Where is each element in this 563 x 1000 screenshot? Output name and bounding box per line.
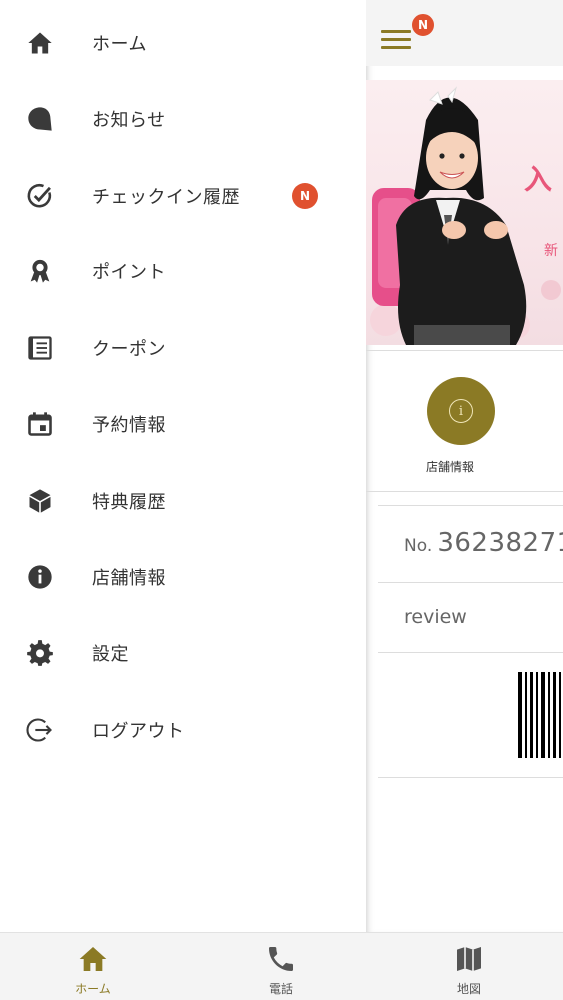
chat-bubble-icon (26, 105, 54, 133)
menu-item-label: ログアウト (92, 721, 185, 742)
divider (366, 350, 563, 351)
home-screen-content: N 入 新 i 店舗情報 No. 36238271 review (366, 0, 563, 932)
document-list-icon (26, 334, 54, 362)
menu-item-checkin-history[interactable]: チェックイン履歴 N (0, 166, 366, 226)
menu-item-label: 予約情報 (92, 415, 166, 436)
member-number-prefix: No. (404, 536, 433, 556)
menu-item-label: チェックイン履歴 (92, 187, 240, 208)
logout-icon (26, 716, 54, 744)
phone-icon (265, 943, 297, 975)
cube-icon (26, 487, 54, 515)
divider (378, 582, 563, 583)
calendar-icon (26, 410, 54, 438)
divider (378, 777, 563, 778)
app-header: N (366, 0, 563, 66)
menu-item-settings[interactable]: 設定 (0, 623, 366, 683)
menu-item-news[interactable]: お知らせ (0, 89, 366, 149)
menu-item-logout[interactable]: ログアウト (0, 700, 366, 760)
review-label[interactable]: review (404, 606, 467, 628)
gear-icon (26, 639, 54, 667)
menu-item-home[interactable]: ホーム (0, 13, 366, 73)
notification-badge: N (410, 12, 436, 38)
info-icon (26, 563, 54, 591)
divider (378, 505, 563, 506)
tab-label: 電話 (268, 982, 293, 996)
hamburger-menu-icon[interactable] (381, 30, 411, 52)
home-icon (77, 943, 109, 975)
member-number-value: 36238271 (437, 528, 563, 558)
menu-item-label: 店舗情報 (92, 568, 166, 589)
menu-item-coupon[interactable]: クーポン (0, 318, 366, 378)
banner-headline: 入 (524, 163, 553, 196)
tab-phone[interactable]: 電話 (221, 933, 341, 1000)
member-number: No. 36238271 (404, 528, 563, 558)
map-icon (453, 943, 485, 975)
menu-item-label: クーポン (92, 339, 166, 360)
menu-item-benefit-history[interactable]: 特典履歴 (0, 471, 366, 531)
tab-map[interactable]: 地図 (409, 933, 529, 1000)
check-circle-icon (26, 182, 54, 210)
bottom-tab-bar: ホーム 電話 地図 (0, 932, 563, 1000)
tab-label: 地図 (456, 982, 481, 996)
store-info-button[interactable]: i (427, 377, 495, 445)
promo-banner[interactable]: 入 新 (366, 80, 563, 345)
home-icon (26, 29, 54, 57)
info-icon: i (449, 399, 473, 423)
divider (378, 652, 563, 653)
menu-item-label: 特典履歴 (92, 492, 166, 513)
child-with-backpack-photo (370, 86, 561, 345)
menu-item-reservations[interactable]: 予約情報 (0, 394, 366, 454)
store-info-label: 店舗情報 (426, 460, 475, 474)
member-barcode (518, 672, 563, 758)
menu-item-points[interactable]: ポイント (0, 241, 366, 301)
menu-item-label: 設定 (92, 644, 129, 665)
tab-home[interactable]: ホーム (33, 933, 153, 1000)
menu-item-label: ポイント (92, 262, 166, 283)
divider (366, 491, 563, 492)
tab-label: ホーム (75, 982, 111, 996)
menu-item-store-info[interactable]: 店舗情報 (0, 547, 366, 607)
new-badge: N (292, 183, 318, 209)
navigation-drawer: ホーム お知らせ チェックイン履歴 N ポイント クーポン 予約情報 特典履歴 … (0, 0, 366, 932)
menu-item-label: お知らせ (92, 110, 166, 131)
banner-subtext: 新 (544, 243, 558, 259)
menu-item-label: ホーム (92, 34, 147, 55)
ribbon-medal-icon (26, 257, 54, 285)
